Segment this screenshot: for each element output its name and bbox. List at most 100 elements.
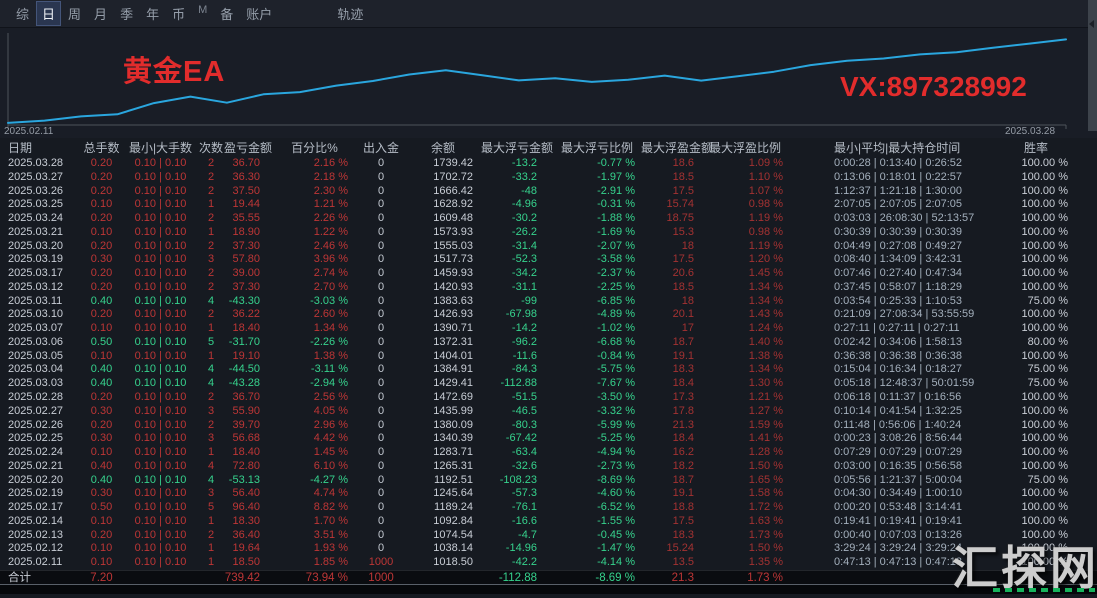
cell-dd: -31.1 [481,281,553,295]
table-row[interactable]: 2025.02.260.200.10 | 0.10239.702.96 %013… [0,419,1097,433]
cell-dd: -48 [481,185,553,199]
cell-fp_pct: 1.21 % [701,391,789,405]
cell-fp: 18.75 [641,212,701,226]
column-header[interactable]: 最大浮亏比例 [553,139,641,156]
cell-date: 2025.02.14 [0,515,80,529]
table-row[interactable]: 2025.02.270.300.10 | 0.10355.904.05 %014… [0,405,1097,419]
cell-fp: 17.5 [641,515,701,529]
menu-tab-年[interactable]: 年 [140,1,165,26]
cell-pl: 39.00 [224,267,272,281]
column-header[interactable]: 最小|大手数 [123,139,198,156]
column-header[interactable]: 胜率 [985,139,1087,156]
cell-date: 2025.02.25 [0,432,80,446]
column-header[interactable]: 盈亏金额 [224,139,272,156]
table-row[interactable]: 2025.02.250.300.10 | 0.10356.684.42 %013… [0,432,1097,446]
x-axis-end-label: 2025.03.28 [1005,126,1055,137]
cell-balance: 1038.14 [405,542,481,556]
menu-tab-备[interactable]: 备 [214,1,239,26]
table-row[interactable]: 2025.03.070.100.10 | 0.10118.401.34 %013… [0,322,1097,336]
table-row[interactable]: 2025.03.170.200.10 | 0.10239.002.74 %014… [0,267,1097,281]
column-header[interactable]: 出入金 [357,139,405,156]
table-row[interactable]: 2025.02.120.100.10 | 0.10119.641.93 %010… [0,542,1097,556]
column-header[interactable]: 最小|平均|最大持仓时间 [789,139,985,156]
column-header[interactable]: 总手数 [80,139,123,156]
menu-tab-M[interactable]: M [192,1,213,26]
menu-tab-周[interactable]: 周 [62,1,87,26]
menu-tab-月[interactable]: 月 [88,1,113,26]
cell-balance: 1435.99 [405,405,481,419]
cell-date: 2025.02.28 [0,391,80,405]
cell-date: 2025.02.13 [0,529,80,543]
table-row[interactable]: 2025.03.200.200.10 | 0.10237.302.46 %015… [0,240,1097,254]
cell-dd_pct: -6.68 % [553,336,641,350]
table-row[interactable]: 2025.03.040.400.10 | 0.104-44.50-3.11 %0… [0,363,1097,377]
cell-balance: 1702.72 [405,171,481,185]
cell-fp: 18.5 [641,281,701,295]
table-row[interactable]: 2025.02.170.500.10 | 0.10596.408.82 %011… [0,501,1097,515]
table-row[interactable]: 2025.02.140.100.10 | 0.10118.301.70 %010… [0,515,1097,529]
cell-pl: 96.40 [224,501,272,515]
table-row[interactable]: 2025.03.190.300.10 | 0.10357.803.96 %015… [0,253,1097,267]
cell-lots: 0.20 [80,185,123,199]
cell-fp_pct: 1.30 % [701,377,789,391]
cell-fp_pct: 1.28 % [701,446,789,460]
table-row[interactable]: 2025.03.060.500.10 | 0.105-31.70-2.26 %0… [0,336,1097,350]
total-row[interactable]: 合计7.20739.4273.94 %1000-112.88-8.69 %21.… [0,570,1097,585]
cell-date: 2025.02.26 [0,419,80,433]
column-header[interactable]: 日期 [0,139,80,156]
cell-count: 3 [198,432,224,446]
cell-hold: 0:03:54 | 0:25:33 | 1:10:53 [789,295,985,309]
cell-dd_pct: -1.97 % [553,171,641,185]
table-row[interactable]: 2025.03.120.200.10 | 0.10237.302.70 %014… [0,281,1097,295]
column-header[interactable]: 最大浮亏金额 [481,139,553,156]
cell-count: 4 [198,460,224,474]
cell-minmax: 0.10 | 0.10 [123,295,198,309]
cell-hold: 0:00:28 | 0:13:40 | 0:26:52 [789,157,985,171]
column-header[interactable]: 次数 [198,139,224,156]
table-row[interactable]: 2025.02.110.100.10 | 0.10118.501.85 %100… [0,556,1097,570]
vertical-scrollbar[interactable] [1088,0,1097,131]
cell-count: 1 [198,542,224,556]
cell-balance: 1472.69 [405,391,481,405]
menu-tab-季[interactable]: 季 [114,1,139,26]
cell-fp_pct: 0.98 % [701,226,789,240]
cell-minmax: 0.10 | 0.10 [123,432,198,446]
cell-pct: 2.26 % [272,212,357,226]
cell-minmax: 0.10 | 0.10 [123,391,198,405]
table-row[interactable]: 2025.03.280.200.10 | 0.10236.702.16 %017… [0,157,1097,171]
table-row[interactable]: 2025.02.200.400.10 | 0.104-53.13-4.27 %0… [0,474,1097,488]
cell-dd: -108.23 [481,474,553,488]
column-header[interactable]: 最大浮盈比例 [701,139,789,156]
menu-tab-日[interactable]: 日 [36,1,61,26]
table-row[interactable]: 2025.02.240.100.10 | 0.10118.401.45 %012… [0,446,1097,460]
menu-tab-币[interactable]: 币 [166,1,191,26]
table-row[interactable]: 2025.03.050.100.10 | 0.10119.101.38 %014… [0,350,1097,364]
cell-win: 100.00 % [985,253,1087,267]
menu-tab-综[interactable]: 综 [10,1,35,26]
column-header[interactable]: 百分比% [272,139,357,156]
cell-count: 4 [198,377,224,391]
cell-pct: 4.42 % [272,432,357,446]
table-row[interactable]: 2025.02.190.300.10 | 0.10356.404.74 %012… [0,487,1097,501]
table-row[interactable]: 2025.03.250.100.10 | 0.10119.441.21 %016… [0,198,1097,212]
cell-lots: 0.50 [80,501,123,515]
column-header[interactable]: 余额 [405,139,481,156]
cell-balance: 1573.93 [405,226,481,240]
table-row[interactable]: 2025.02.210.400.10 | 0.10472.806.10 %012… [0,460,1097,474]
cell-lots: 0.20 [80,240,123,254]
cell-balance: 1666.42 [405,185,481,199]
column-header[interactable]: 最大浮盈金额 [641,139,701,156]
table-row[interactable]: 2025.02.130.200.10 | 0.10236.403.51 %010… [0,529,1097,543]
table-row[interactable]: 2025.03.100.200.10 | 0.10236.222.60 %014… [0,308,1097,322]
table-row[interactable]: 2025.03.210.100.10 | 0.10118.901.22 %015… [0,226,1097,240]
cell-minmax: 0.10 | 0.10 [123,350,198,364]
table-row[interactable]: 2025.03.030.400.10 | 0.104-43.28-2.94 %0… [0,377,1097,391]
table-row[interactable]: 2025.03.110.400.10 | 0.104-43.30-3.03 %0… [0,295,1097,309]
table-row[interactable]: 2025.02.280.200.10 | 0.10236.702.56 %014… [0,391,1097,405]
table-row[interactable]: 2025.03.270.200.10 | 0.10236.302.18 %017… [0,171,1097,185]
menu-tab-账户[interactable]: 账户 [240,1,278,26]
table-row[interactable]: 2025.03.240.200.10 | 0.10235.552.26 %016… [0,212,1097,226]
cell-fp_pct: 1.50 % [701,542,789,556]
menu-tab-trajectory[interactable]: 轨迹 [331,1,369,26]
table-row[interactable]: 2025.03.260.200.10 | 0.10237.502.30 %016… [0,185,1097,199]
